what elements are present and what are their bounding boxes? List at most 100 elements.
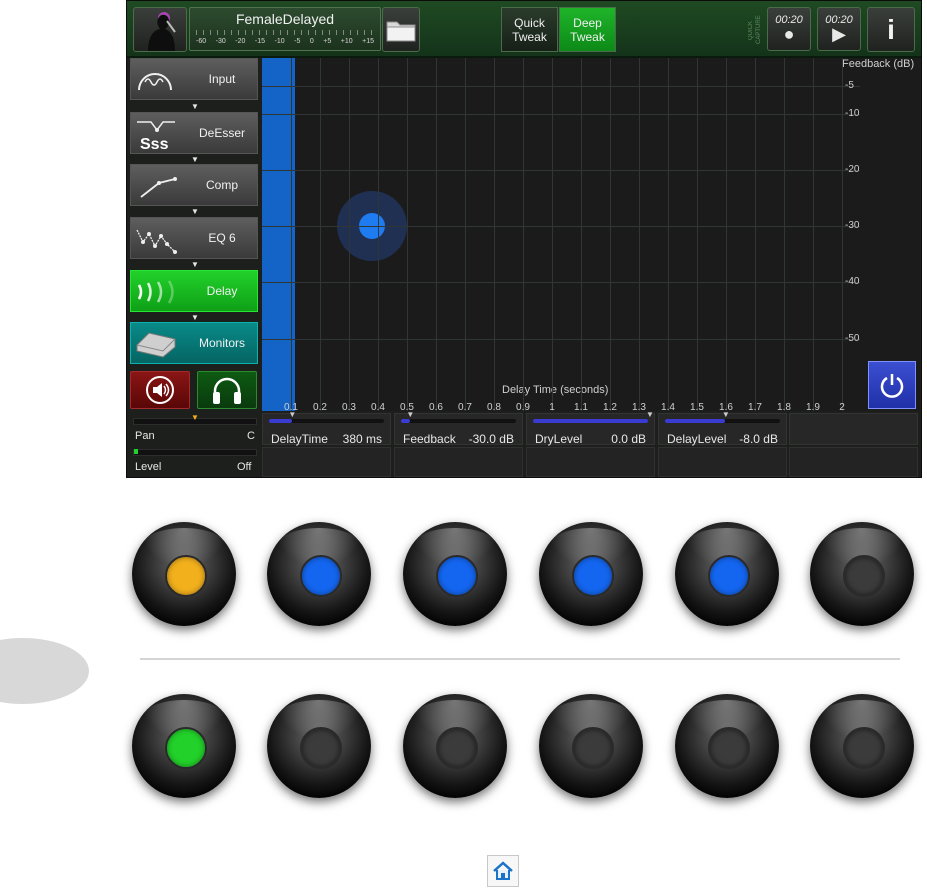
- grid-line-vertical: [436, 58, 437, 411]
- param-slider-fill: [401, 419, 411, 423]
- param-slider-track[interactable]: [269, 419, 384, 423]
- knob-led: [436, 727, 478, 769]
- grid-line-vertical: [494, 58, 495, 411]
- module-label: Delay: [206, 284, 238, 298]
- grid-line-vertical: [465, 58, 466, 411]
- x-tick-label: 1.4: [661, 402, 675, 413]
- param-drylevel[interactable]: DryLevel 0.0 dB ▼: [526, 410, 655, 446]
- headphones-icon: [213, 377, 241, 404]
- knob-led: [572, 727, 614, 769]
- param-slider-thumb-icon[interactable]: ▼: [406, 410, 414, 419]
- home-icon: [493, 861, 513, 880]
- knob-led: [300, 555, 342, 597]
- knob-5[interactable]: [675, 522, 779, 626]
- knob-led: [572, 555, 614, 597]
- knob-3[interactable]: [403, 522, 507, 626]
- knob-row-divider: [140, 658, 900, 660]
- module-eq6-button[interactable]: EQ 6: [130, 217, 258, 259]
- knob-1[interactable]: [132, 522, 236, 626]
- mute-button[interactable]: [130, 371, 190, 409]
- knob-7[interactable]: [132, 694, 236, 798]
- empty-param-slot: [789, 413, 918, 445]
- x-tick-label: 1.5: [690, 402, 704, 413]
- info-button[interactable]: i: [867, 7, 915, 52]
- chain-arrow-icon: ▼: [191, 207, 199, 216]
- quick-tweak-button[interactable]: Quick Tweak: [501, 7, 558, 52]
- x-tick-label: 0.8: [487, 402, 501, 413]
- preset-display[interactable]: FemaleDelayed -60 -30 -20 -15 -10 -5 0 +5 +10 +15: [189, 7, 381, 51]
- module-comp-button[interactable]: Comp: [130, 164, 258, 206]
- param-delaytime[interactable]: DelayTime 380 ms ▼: [262, 410, 391, 446]
- open-preset-button[interactable]: [382, 7, 420, 52]
- x-axis-title: Delay Time (seconds): [502, 384, 609, 396]
- eq-icon: [136, 229, 177, 254]
- grid-line-vertical: [320, 58, 321, 411]
- grid-line-vertical: [639, 58, 640, 411]
- param-slider-track[interactable]: [533, 419, 648, 423]
- pan-thumb-icon[interactable]: ▼: [191, 413, 199, 422]
- module-monitors-button[interactable]: Monitors: [130, 322, 258, 364]
- knob-12[interactable]: [810, 694, 914, 798]
- play-capture-button[interactable]: 00:20 ▶: [817, 7, 861, 51]
- power-button[interactable]: [868, 361, 916, 409]
- y-tick-label: -50: [845, 333, 860, 344]
- knob-led: [300, 727, 342, 769]
- level-slider[interactable]: [133, 449, 257, 456]
- grid-line-vertical: [668, 58, 669, 411]
- param-delaylevel[interactable]: DelayLevel -8.0 dB ▼: [658, 410, 787, 446]
- param-slider-track[interactable]: [401, 419, 516, 423]
- empty-param-slot: [658, 447, 787, 477]
- empty-param-slot: [262, 447, 391, 477]
- x-tick-label: 1.9: [806, 402, 820, 413]
- param-slider-thumb-icon[interactable]: ▼: [646, 410, 654, 419]
- x-tick-label: 0.4: [371, 402, 385, 413]
- grid-line-vertical: [784, 58, 785, 411]
- chain-arrow-icon: ▼: [191, 102, 199, 111]
- record-capture-button[interactable]: 00:20 ●: [767, 7, 811, 51]
- param-slider-track[interactable]: [665, 419, 780, 423]
- param-slider-thumb-icon[interactable]: ▼: [722, 410, 730, 419]
- channel-avatar-button[interactable]: [133, 7, 187, 52]
- param-feedback[interactable]: Feedback -30.0 dB ▼: [394, 410, 523, 446]
- level-value: Off: [237, 461, 252, 473]
- param-slider-thumb-icon[interactable]: ▼: [288, 410, 296, 419]
- level-thumb[interactable]: [134, 449, 138, 454]
- side-tab-shape: [0, 638, 89, 704]
- folder-icon: [386, 21, 416, 41]
- headphones-button[interactable]: [197, 371, 257, 409]
- delay-xy-graph[interactable]: Feedback (dB) Delay Time (seconds) -5 -10…: [262, 58, 920, 413]
- knob-2[interactable]: [267, 522, 371, 626]
- y-tick-label: -40: [845, 276, 860, 287]
- x-tick-label: 0.9: [516, 402, 530, 413]
- knob-4[interactable]: [539, 522, 643, 626]
- meter-scale-label: +10: [340, 38, 353, 45]
- grid-line-horizontal: [262, 339, 860, 340]
- compressor-curve-icon: [140, 177, 177, 198]
- play-icon: ▶: [832, 24, 846, 44]
- monitor-speaker-icon: [136, 332, 176, 358]
- param-name: DelayLevel: [667, 432, 727, 446]
- x-tick-label: 2: [839, 402, 845, 413]
- knob-6[interactable]: [810, 522, 914, 626]
- grid-line-horizontal: [262, 226, 860, 227]
- module-delay-button[interactable]: Delay: [130, 270, 258, 312]
- meter-scale-label: +5: [323, 38, 332, 45]
- x-tick-label: 0.2: [313, 402, 327, 413]
- grid-line-horizontal: [262, 282, 860, 283]
- module-deesser-button[interactable]: Sss DeEsser: [130, 112, 258, 154]
- param-slider-fill: [665, 419, 725, 423]
- y-tick-label: -10: [845, 108, 860, 119]
- knob-10[interactable]: [539, 694, 643, 798]
- knob-led: [843, 727, 885, 769]
- knob-8[interactable]: [267, 694, 371, 798]
- grid-line-vertical: [610, 58, 611, 411]
- module-input-button[interactable]: Input: [130, 58, 258, 100]
- home-button[interactable]: [487, 855, 519, 887]
- knob-9[interactable]: [403, 694, 507, 798]
- deep-tweak-button[interactable]: Deep Tweak: [559, 7, 616, 52]
- grid-line-vertical: [581, 58, 582, 411]
- chain-arrow-icon: ▼: [191, 313, 199, 322]
- meter-scale-label: +15: [362, 38, 374, 45]
- knob-11[interactable]: [675, 694, 779, 798]
- x-tick-label: 1.2: [603, 402, 617, 413]
